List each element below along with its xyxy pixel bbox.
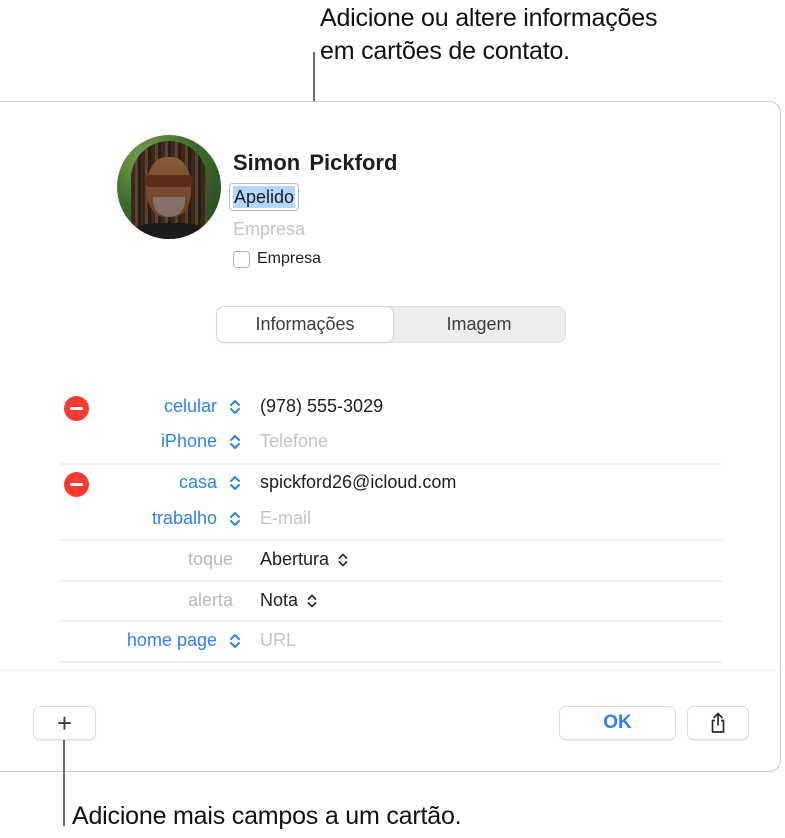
plus-icon: + bbox=[56, 707, 73, 738]
view-segmented-control: Informações Imagem bbox=[216, 306, 566, 343]
email-input[interactable]: E-mail bbox=[260, 508, 311, 529]
tab-image[interactable]: Imagem bbox=[393, 307, 565, 342]
contact-name[interactable]: Simon Pickford bbox=[233, 150, 397, 176]
field-label-popup[interactable]: celular bbox=[164, 396, 217, 417]
field-row-email-home: casa spickford26@icloud.com bbox=[0, 466, 785, 502]
ringtone-label: toque bbox=[187, 549, 233, 569]
tab-info[interactable]: Informações bbox=[217, 307, 393, 342]
field-row-ringtone: toque Abertura bbox=[0, 543, 785, 579]
divider bbox=[60, 463, 722, 465]
callout-top-line1: Adicione ou altere informações bbox=[320, 4, 658, 32]
share-button[interactable] bbox=[688, 707, 748, 739]
avatar-shirt bbox=[127, 223, 211, 239]
remove-field-button[interactable] bbox=[64, 472, 89, 497]
field-row-alert: alerta Nota bbox=[0, 584, 785, 620]
add-field-button[interactable]: + bbox=[34, 707, 95, 739]
field-row-email-work: trabalho E-mail bbox=[0, 502, 785, 538]
avatar[interactable] bbox=[117, 135, 221, 239]
field-row-homepage: home page URL bbox=[0, 624, 785, 660]
chevron-updown-icon[interactable] bbox=[228, 507, 242, 531]
company-checkbox-row[interactable]: Empresa bbox=[233, 250, 321, 268]
chevron-updown-icon[interactable] bbox=[228, 471, 242, 495]
nickname-field[interactable]: Apelido bbox=[229, 183, 300, 211]
phone-value[interactable]: (978) 555-3029 bbox=[260, 396, 383, 417]
company-checkbox[interactable] bbox=[233, 250, 250, 268]
ringtone-value: Abertura bbox=[260, 549, 330, 569]
field-label-popup[interactable]: home page bbox=[127, 630, 217, 651]
chevron-updown-icon[interactable] bbox=[228, 629, 242, 653]
chevron-updown-icon[interactable] bbox=[228, 395, 242, 419]
callout-top-line2: em cartões de contato. bbox=[320, 37, 570, 65]
alert-popup[interactable]: Nota bbox=[260, 590, 318, 611]
share-icon bbox=[711, 712, 725, 733]
chevron-updown-icon[interactable] bbox=[228, 430, 242, 454]
phone-input[interactable]: Telefone bbox=[260, 431, 328, 452]
callout-add-fields: Adicione mais campos a um cartão. bbox=[72, 802, 462, 830]
ringtone-popup[interactable]: Abertura bbox=[260, 549, 349, 570]
field-label-popup[interactable]: casa bbox=[179, 472, 217, 493]
chevron-updown-icon bbox=[338, 553, 348, 566]
last-name-field[interactable]: Pickford bbox=[309, 150, 397, 175]
ok-button-label: OK bbox=[603, 712, 632, 733]
first-name-field[interactable]: Simon bbox=[233, 150, 300, 175]
nickname-selected-text: Apelido bbox=[233, 186, 296, 208]
company-checkbox-label: Empresa bbox=[257, 250, 322, 267]
divider bbox=[60, 580, 722, 582]
email-value[interactable]: spickford26@icloud.com bbox=[260, 472, 456, 493]
company-field[interactable]: Empresa bbox=[233, 219, 305, 240]
divider bbox=[60, 620, 722, 622]
callout-edit-info: Adicione ou altere informações em cartõe… bbox=[320, 2, 657, 68]
field-label-popup[interactable]: trabalho bbox=[152, 508, 217, 529]
url-input[interactable]: URL bbox=[260, 630, 296, 651]
remove-field-button[interactable] bbox=[64, 396, 89, 421]
footer-divider bbox=[0, 670, 781, 671]
alert-value: Nota bbox=[260, 590, 299, 610]
avatar-glasses bbox=[145, 175, 193, 187]
divider bbox=[60, 661, 722, 663]
field-label-popup[interactable]: iPhone bbox=[161, 431, 217, 452]
callout-leader-line bbox=[63, 740, 65, 826]
field-row-phone-iphone: iPhone Telefone bbox=[0, 425, 785, 461]
alert-label: alerta bbox=[187, 590, 233, 610]
ok-button[interactable]: OK bbox=[560, 707, 675, 739]
divider bbox=[60, 539, 722, 541]
field-row-phone-mobile: celular (978) 555-3029 bbox=[0, 390, 785, 426]
chevron-updown-icon bbox=[307, 594, 317, 607]
